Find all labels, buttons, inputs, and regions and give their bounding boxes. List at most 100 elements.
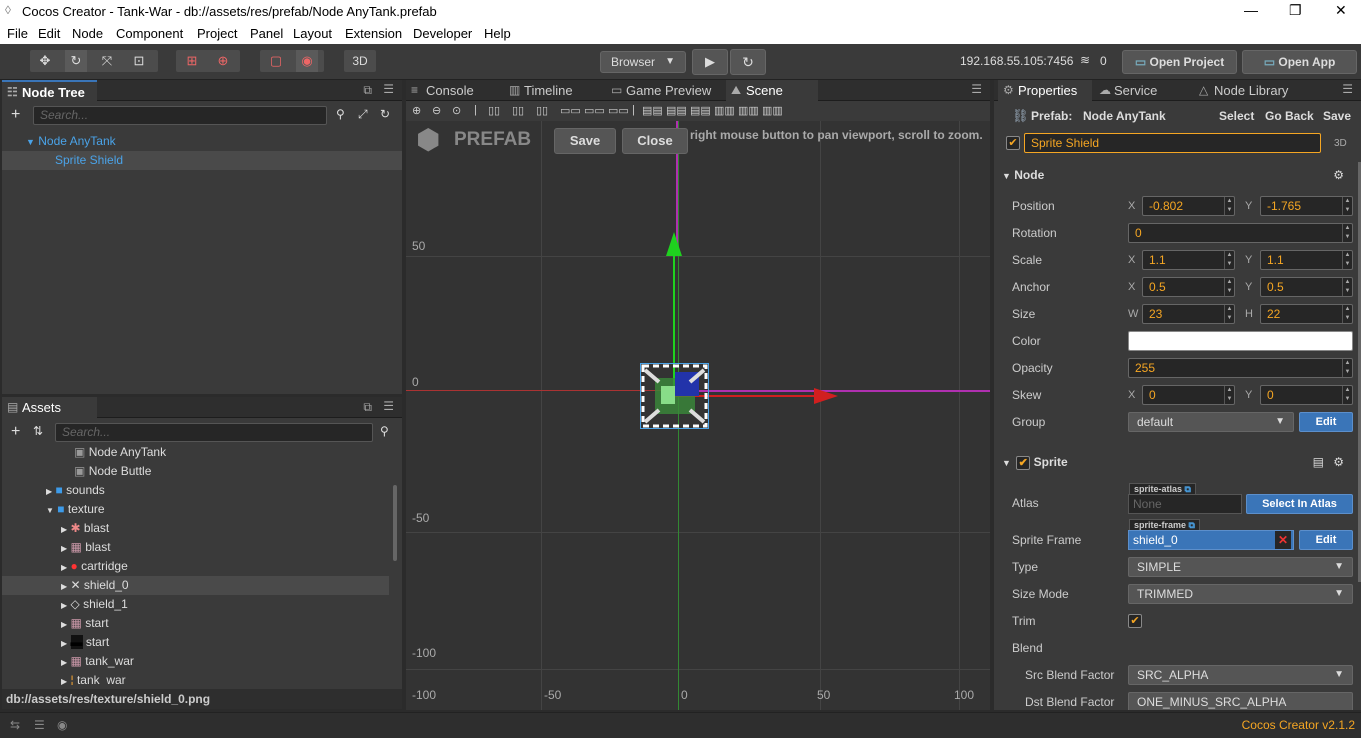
refresh-button[interactable]: ↻	[730, 49, 766, 75]
prefab-save-inspector-button[interactable]: Save	[1323, 109, 1351, 123]
prefab-go-back-button[interactable]: Go Back	[1265, 109, 1314, 123]
align-bottom-icon[interactable]: ▯▯	[536, 104, 548, 117]
assets-scrollbar[interactable]	[393, 485, 397, 561]
src-blend-select[interactable]: SRC_ALPHA ▼	[1128, 665, 1353, 685]
menu-edit[interactable]: Edit	[38, 26, 60, 41]
menu-component[interactable]: Component	[116, 26, 183, 41]
tree-node-sprite-shield[interactable]: Sprite Shield	[2, 151, 402, 170]
asset-item[interactable]: ▣ Node Buttle	[2, 462, 151, 481]
asset-item[interactable]: ▶ ▦ blast	[2, 538, 111, 557]
group-select[interactable]: default ▼	[1128, 412, 1294, 432]
scale-tool-icon[interactable]: ⤧	[96, 50, 118, 72]
sprite-enabled-checkbox[interactable]: ✔	[1016, 455, 1031, 470]
open-app-button[interactable]: ▭ Open App	[1242, 50, 1357, 74]
panel-menu-icon[interactable]: ☰	[383, 82, 394, 96]
sprite-frame-edit-button[interactable]: Edit	[1299, 530, 1353, 550]
spinner-icon[interactable]: ▲ ▼	[1224, 305, 1234, 323]
global-icon[interactable]: ◉	[296, 50, 318, 72]
asset-item[interactable]: ▶ ▦ tank_war	[2, 652, 134, 671]
spinner-icon[interactable]: ▲ ▼	[1342, 197, 1352, 215]
dst-blend-select[interactable]: ONE_MINUS_SRC_ALPHA	[1128, 692, 1353, 710]
tree-node-anytank[interactable]: ▼ Node AnyTank	[2, 132, 402, 151]
asset-item[interactable]: ▶ ¦ tank_war	[2, 671, 126, 685]
search-icon[interactable]: ⚲	[336, 107, 345, 121]
size-w-input[interactable]: 23 ▲ ▼	[1142, 304, 1235, 324]
prefab-close-button[interactable]: Close	[622, 128, 688, 154]
trim-checkbox[interactable]: ✔	[1128, 614, 1142, 628]
distribute-bottom-icon[interactable]: ▤▤	[690, 104, 711, 117]
gear-icon[interactable]: ⚙	[1333, 163, 1344, 187]
size-mode-select[interactable]: TRIMMED ▼	[1128, 584, 1353, 604]
asset-folder[interactable]: ▼ ■ texture	[2, 500, 105, 519]
size-h-input[interactable]: 22 ▲ ▼	[1260, 304, 1353, 324]
distribute-right-icon[interactable]: ▥▥	[762, 104, 783, 117]
tab-game-preview[interactable]: ▭ Game Preview	[606, 80, 726, 101]
tab-assets[interactable]: ▤ Assets	[2, 397, 97, 418]
panel-menu-icon[interactable]: ☰	[971, 82, 982, 96]
distribute-left-icon[interactable]: ▥▥	[714, 104, 735, 117]
restore-icon[interactable]: ❐	[1289, 2, 1302, 19]
maximize-icon[interactable]: ⧉	[363, 400, 372, 415]
color-swatch[interactable]	[1128, 331, 1353, 351]
prefab-save-button[interactable]: Save	[554, 128, 616, 154]
sort-icon[interactable]: ⇅	[33, 424, 43, 438]
asset-folder[interactable]: ▶ ■ sounds	[2, 481, 105, 500]
asset-item[interactable]: ▶ ▦ start	[2, 614, 109, 633]
spinner-icon[interactable]: ▲ ▼	[1342, 359, 1352, 377]
clear-icon[interactable]: ✕	[1275, 531, 1291, 549]
add-asset-icon[interactable]: +	[11, 423, 20, 441]
align-center-icon[interactable]: ▭▭	[584, 104, 605, 117]
menu-layout[interactable]: Layout	[293, 26, 332, 41]
tab-scene[interactable]: ⛰ Scene	[726, 80, 818, 101]
open-project-button[interactable]: ▭ Open Project	[1122, 50, 1237, 74]
rotation-input[interactable]: 0 ▲ ▼	[1128, 223, 1353, 243]
tab-service[interactable]: ☁ Service	[1094, 80, 1184, 101]
spinner-icon[interactable]: ▲ ▼	[1342, 386, 1352, 404]
position-y-input[interactable]: -1.765 ▲ ▼	[1260, 196, 1353, 216]
spinner-icon[interactable]: ▲ ▼	[1224, 197, 1234, 215]
db-icon[interactable]: ☰	[34, 718, 45, 732]
move-tool-icon[interactable]: ✥	[34, 50, 56, 72]
spinner-icon[interactable]: ▲ ▼	[1224, 386, 1234, 404]
link-icon[interactable]: ⧉	[1185, 484, 1191, 494]
anchor-x-input[interactable]: 0.5 ▲ ▼	[1142, 277, 1235, 297]
maximize-icon[interactable]: ⧉	[363, 83, 372, 98]
refresh-icon[interactable]: ↻	[380, 107, 390, 121]
tab-properties[interactable]: ⚙ Properties	[998, 80, 1092, 101]
zoom-out-icon[interactable]: ⊖	[432, 104, 441, 117]
align-middle-icon[interactable]: ▯▯	[512, 104, 524, 117]
menu-panel[interactable]: Panel	[250, 26, 283, 41]
skew-y-input[interactable]: 0 ▲ ▼	[1260, 385, 1353, 405]
type-select[interactable]: SIMPLE ▼	[1128, 557, 1353, 577]
sprite-frame-field[interactable]: shield_0 ✕	[1128, 530, 1294, 550]
eye-icon[interactable]: ◉	[57, 718, 67, 732]
minimize-icon[interactable]: —	[1244, 2, 1258, 18]
tab-node-tree[interactable]: ☷ Node Tree	[2, 80, 97, 101]
atlas-field[interactable]: None	[1128, 494, 1242, 514]
search-icon[interactable]: ⚲	[380, 424, 389, 438]
node-name-input[interactable]: Sprite Shield	[1024, 133, 1321, 153]
node-active-checkbox[interactable]: ✔	[1006, 136, 1020, 150]
node-search-input[interactable]: Search...	[33, 106, 327, 125]
spinner-icon[interactable]: ▲ ▼	[1224, 278, 1234, 296]
center-icon[interactable]: ⊕	[212, 50, 234, 72]
asset-item-selected[interactable]: ▶ ✕ shield_0	[2, 576, 389, 595]
node-section-header[interactable]: ▼ Node ⚙	[998, 163, 1356, 187]
rotate-tool-icon[interactable]: ↻	[65, 50, 87, 72]
menu-extension[interactable]: Extension	[345, 26, 402, 41]
spinner-icon[interactable]: ▲ ▼	[1342, 278, 1352, 296]
prefab-select-button[interactable]: Select	[1219, 109, 1254, 123]
menu-node[interactable]: Node	[72, 26, 103, 41]
distribute-center-icon[interactable]: ▥▥	[738, 104, 759, 117]
link-icon[interactable]: ⧉	[1189, 520, 1195, 530]
panel-menu-icon[interactable]: ☰	[1342, 82, 1353, 96]
align-top-icon[interactable]: ▯▯	[488, 104, 500, 117]
add-node-icon[interactable]: +	[11, 106, 20, 124]
docs-icon[interactable]: ▤	[1313, 450, 1324, 474]
tab-console[interactable]: ≡ Console	[406, 80, 498, 101]
gear-icon[interactable]: ⚙	[1333, 450, 1344, 474]
tab-node-library[interactable]: △ Node Library	[1194, 80, 1314, 101]
asset-item[interactable]: ▶ ✱ blast	[2, 519, 109, 538]
asset-item[interactable]: ▶ ● cartridge	[2, 557, 128, 576]
scale-y-input[interactable]: 1.1 ▲ ▼	[1260, 250, 1353, 270]
